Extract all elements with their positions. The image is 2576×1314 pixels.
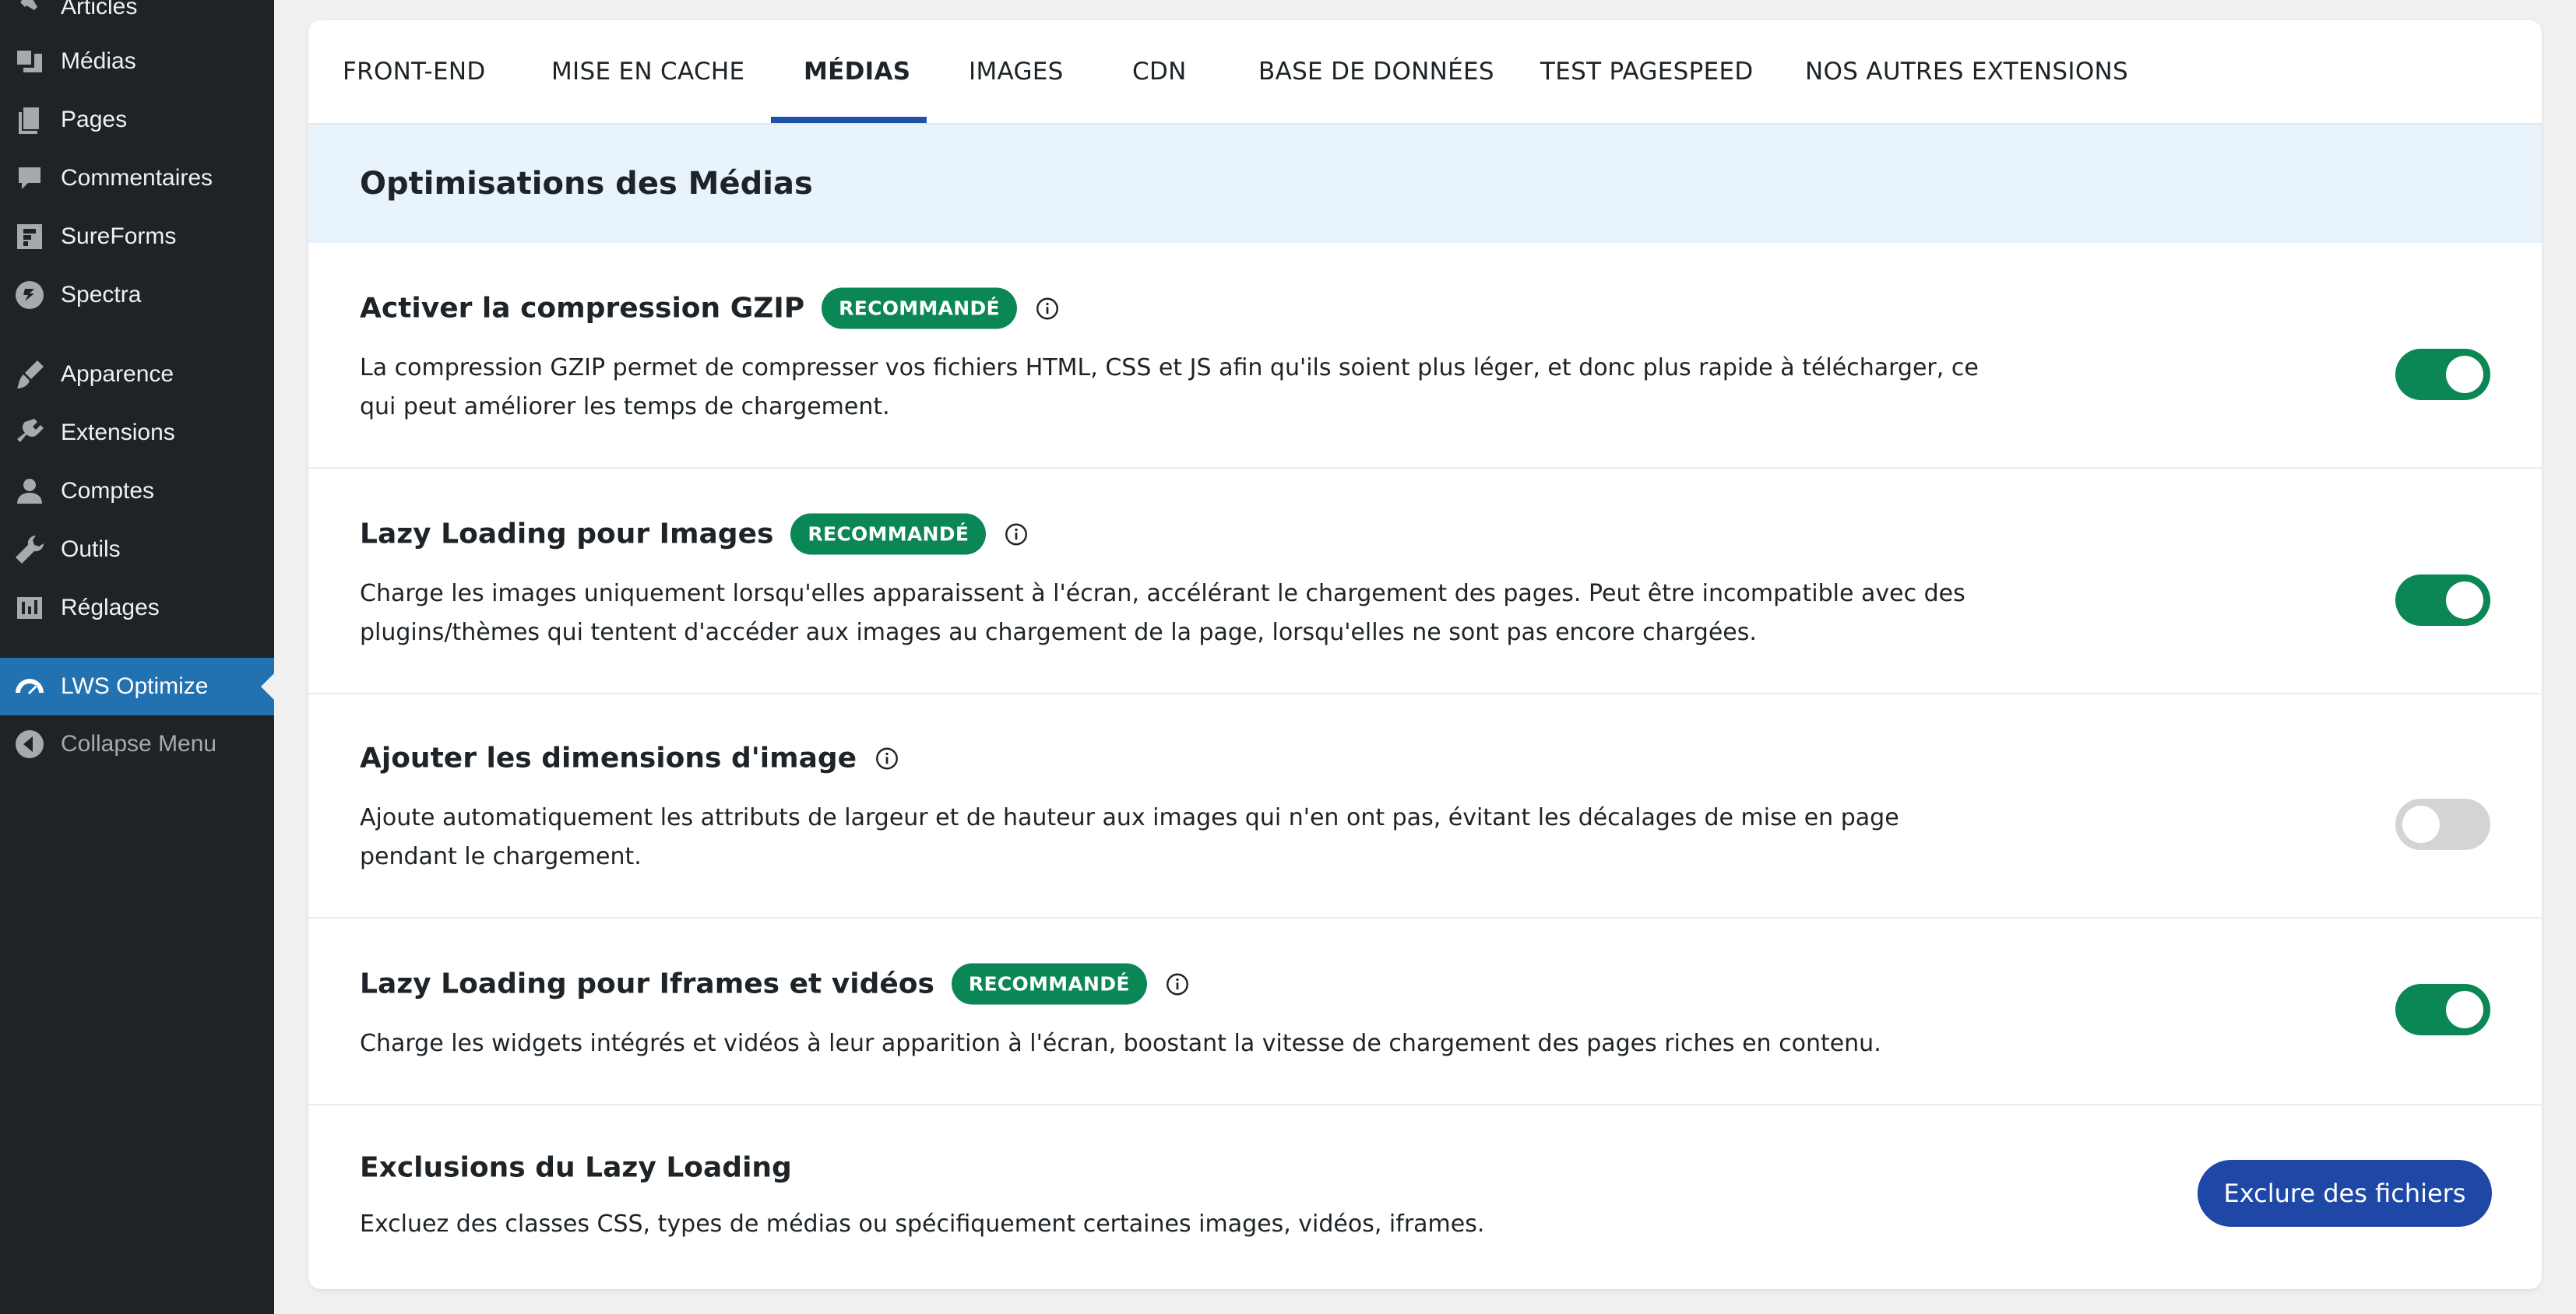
sidebar-item-label: Médias <box>61 48 136 74</box>
sidebar-item-medias[interactable]: Médias <box>0 34 274 89</box>
toggle-knob <box>2402 806 2440 843</box>
collapse-icon <box>12 727 47 761</box>
tab-front-end[interactable]: FRONT-END <box>343 20 486 123</box>
option-row-lazy-images: Lazy Loading pour Images RECOMMANDÉ Char… <box>308 467 2542 694</box>
sidebar-item-extensions[interactable]: Extensions <box>0 406 274 460</box>
sidebar-item-label: Pages <box>61 107 128 132</box>
sidebar-item-label: Commentaires <box>61 165 213 191</box>
sidebar-item-label: Outils <box>61 536 121 562</box>
option-row-image-dimensions: Ajouter les dimensions d'image Ajoute au… <box>308 693 2542 919</box>
media-icon <box>12 44 47 79</box>
option-title: Ajouter les dimensions d'image <box>360 742 857 775</box>
option-row-gzip: Activer la compression GZIP RECOMMANDÉ L… <box>308 243 2542 469</box>
sidebar-item-lws-optimize[interactable]: LWS Optimize <box>0 658 274 715</box>
option-title: Exclusions du Lazy Loading <box>360 1151 792 1184</box>
image-dimensions-toggle[interactable] <box>2395 799 2490 850</box>
sidebar-item-pages[interactable]: Pages <box>0 93 274 147</box>
option-title-row: Lazy Loading pour Images RECOMMANDÉ <box>360 513 1028 555</box>
pages-icon <box>12 103 47 137</box>
sidebar-item-label: Articles <box>61 0 138 19</box>
option-row-lazy-iframes: Lazy Loading pour Iframes et vidéos RECO… <box>308 917 2542 1105</box>
option-description: Charge les widgets intégrés et vidéos à … <box>360 1030 1881 1057</box>
tab-images[interactable]: IMAGES <box>969 20 1064 123</box>
tab-medias[interactable]: MÉDIAS <box>804 20 910 123</box>
info-icon[interactable] <box>1166 972 1189 996</box>
sidebar-item-label: Extensions <box>61 420 175 445</box>
admin-sidebar: Articles Médias Pages Commentaires SureF… <box>0 0 274 1314</box>
recommended-badge: RECOMMANDÉ <box>951 963 1147 1005</box>
option-title: Activer la compression GZIP <box>360 292 805 325</box>
sidebar-item-label: Réglages <box>61 595 160 620</box>
section-header: Optimisations des Médias <box>308 125 2542 243</box>
sidebar-item-label: Spectra <box>61 282 142 307</box>
sidebar-item-reglages[interactable]: Réglages <box>0 581 274 635</box>
tab-test-pagespeed[interactable]: TEST PAGESPEED <box>1540 20 1754 123</box>
tab-mise-en-cache[interactable]: MISE EN CACHE <box>551 20 744 123</box>
gzip-toggle[interactable] <box>2395 349 2490 400</box>
option-description: Charge les images uniquement lorsqu'elle… <box>360 580 1965 646</box>
settings-icon <box>12 591 47 625</box>
spectra-icon <box>12 278 47 312</box>
toggle-knob <box>2446 991 2483 1028</box>
sureforms-icon <box>12 220 47 254</box>
sidebar-item-label: SureForms <box>61 223 177 249</box>
brush-icon <box>12 357 47 392</box>
info-icon[interactable] <box>1005 522 1028 546</box>
exclude-files-button[interactable]: Exclure des fichiers <box>2198 1160 2492 1227</box>
tab-cdn[interactable]: CDN <box>1132 20 1187 123</box>
option-title: Lazy Loading pour Images <box>360 518 774 550</box>
sidebar-item-spectra[interactable]: Spectra <box>0 268 274 322</box>
user-icon <box>12 474 47 508</box>
section-title: Optimisations des Médias <box>360 166 813 202</box>
sidebar-item-comptes[interactable]: Comptes <box>0 464 274 518</box>
sidebar-item-label: LWS Optimize <box>61 673 209 699</box>
option-title-row: Exclusions du Lazy Loading <box>360 1152 792 1184</box>
tab-bar: FRONT-END MISE EN CACHE MÉDIAS IMAGES CD… <box>308 20 2542 125</box>
recommended-badge: RECOMMANDÉ <box>790 513 987 555</box>
info-icon[interactable] <box>875 747 899 770</box>
sidebar-item-label: Collapse Menu <box>61 731 217 757</box>
option-title-row: Activer la compression GZIP RECOMMANDÉ <box>360 287 1059 329</box>
sidebar-item-articles[interactable]: Articles <box>0 0 274 34</box>
plugin-icon <box>12 416 47 450</box>
option-description: La compression GZIP permet de compresser… <box>360 354 1979 420</box>
sidebar-item-commentaires[interactable]: Commentaires <box>0 151 274 206</box>
option-title-row: Lazy Loading pour Iframes et vidéos RECO… <box>360 963 1189 1005</box>
tab-base-de-donnees[interactable]: BASE DE DONNÉES <box>1258 20 1494 123</box>
option-title: Lazy Loading pour Iframes et vidéos <box>360 968 934 1000</box>
toggle-knob <box>2446 581 2483 619</box>
option-description: Excluez des classes CSS, types de médias… <box>360 1210 1485 1238</box>
recommended-badge: RECOMMANDÉ <box>822 287 1017 329</box>
active-tab-indicator <box>771 117 927 123</box>
comment-icon <box>12 161 47 195</box>
option-title-row: Ajouter les dimensions d'image <box>360 743 899 775</box>
pin-icon <box>12 0 47 24</box>
tab-nos-autres-extensions[interactable]: NOS AUTRES EXTENSIONS <box>1805 20 2128 123</box>
lazy-images-toggle[interactable] <box>2395 574 2490 626</box>
gauge-icon <box>12 669 47 704</box>
option-row-lazy-exclusions: Exclusions du Lazy Loading Excluez des c… <box>308 1104 2542 1289</box>
collapse-menu-button[interactable]: Collapse Menu <box>0 717 274 771</box>
lazy-iframes-toggle[interactable] <box>2395 984 2490 1035</box>
settings-card: FRONT-END MISE EN CACHE MÉDIAS IMAGES CD… <box>308 20 2542 1289</box>
sidebar-item-label: Comptes <box>61 478 155 504</box>
sidebar-item-apparence[interactable]: Apparence <box>0 347 274 402</box>
wrench-icon <box>12 532 47 567</box>
sidebar-item-outils[interactable]: Outils <box>0 522 274 577</box>
toggle-knob <box>2446 356 2483 393</box>
sidebar-item-label: Apparence <box>61 361 174 387</box>
info-icon[interactable] <box>1036 297 1059 320</box>
option-description: Ajoute automatiquement les attributs de … <box>360 804 1899 870</box>
sidebar-item-sureforms[interactable]: SureForms <box>0 209 274 264</box>
